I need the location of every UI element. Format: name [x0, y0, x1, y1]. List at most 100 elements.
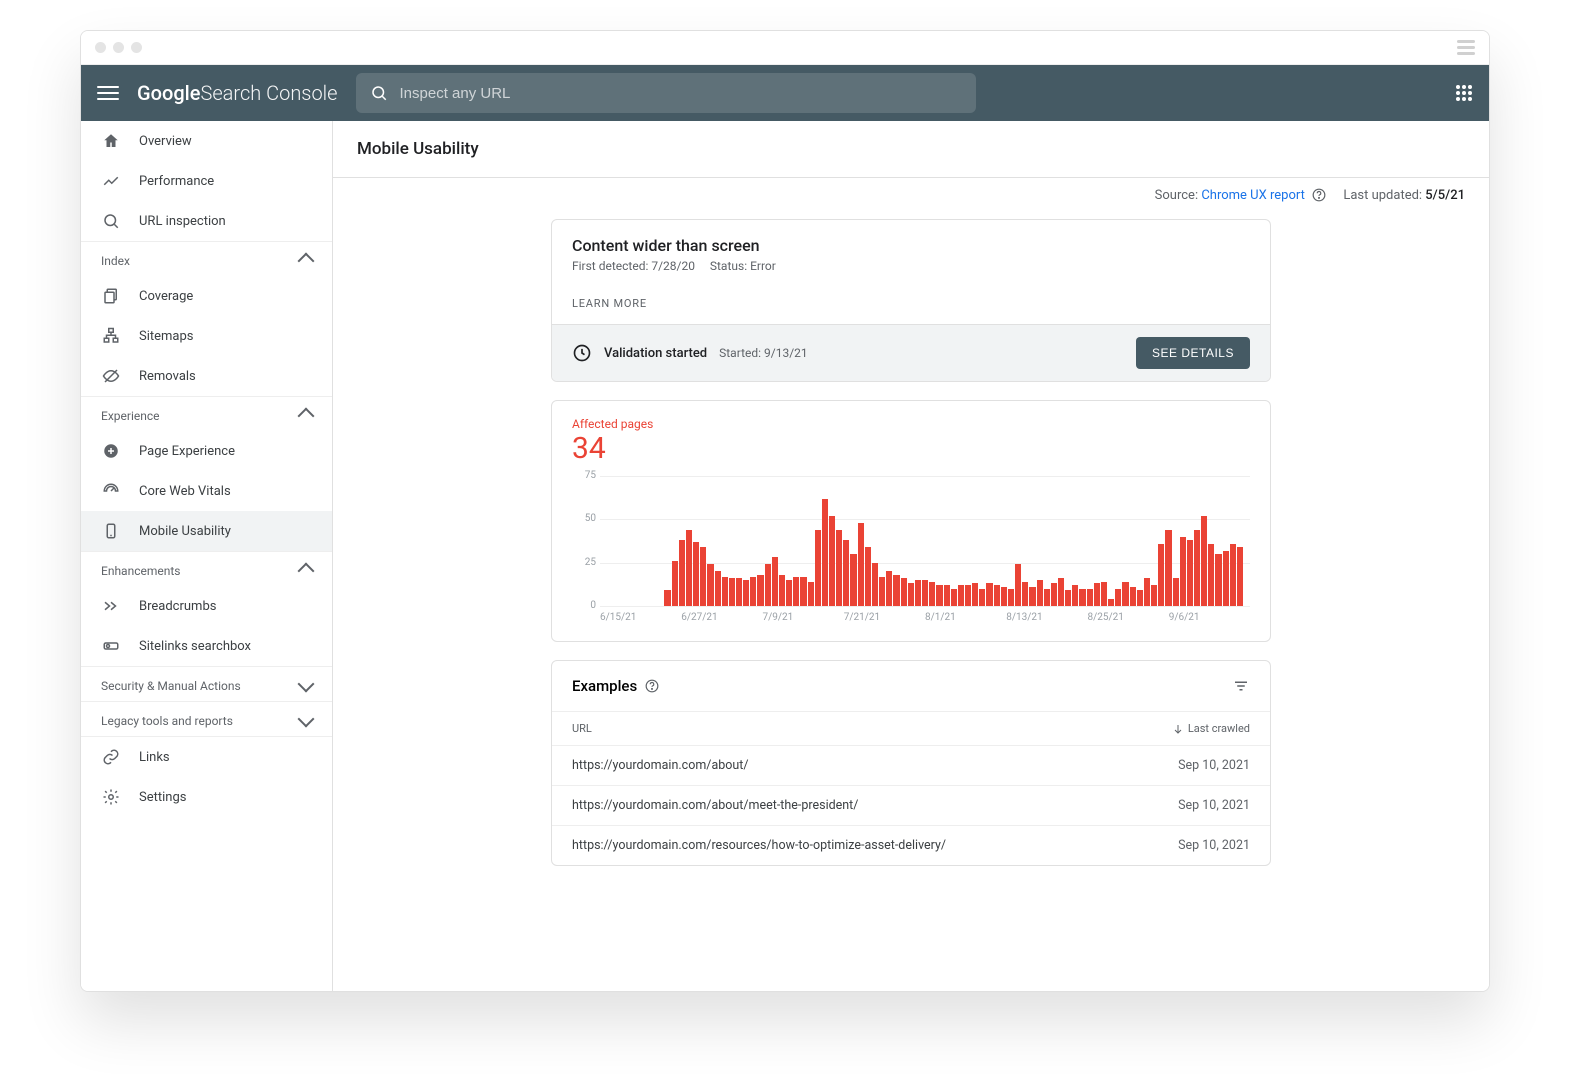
searchbox-icon	[101, 636, 121, 656]
chart-bar	[700, 547, 706, 606]
breadcrumbs-icon	[101, 596, 121, 616]
search-input[interactable]	[400, 85, 962, 102]
validation-started-label: Started:	[719, 346, 764, 360]
sidebar-item-removals[interactable]: Removals	[81, 356, 332, 396]
sidebar-item-breadcrumbs[interactable]: Breadcrumbs	[81, 586, 332, 626]
status-label: Status:	[710, 259, 750, 273]
chart-bar	[1079, 589, 1085, 606]
chart-bar	[793, 577, 799, 606]
sidebar-item-page-experience[interactable]: Page Experience	[81, 431, 332, 471]
sidebar-item-overview[interactable]: Overview	[81, 121, 332, 161]
clock-icon	[572, 343, 592, 363]
validation-bar: Validation started Started: 9/13/21 SEE …	[552, 324, 1270, 381]
sidebar-item-sitelinks-searchbox[interactable]: Sitelinks searchbox	[81, 626, 332, 666]
nav-label: Sitelinks searchbox	[139, 639, 251, 654]
first-detected-label: First detected:	[572, 259, 651, 273]
sidebar-section-legacy[interactable]: Legacy tools and reports	[81, 701, 332, 736]
chart-bar	[1108, 599, 1114, 606]
chart-bar	[1101, 582, 1107, 606]
table-row[interactable]: https://yourdomain.com/resources/how-to-…	[552, 826, 1270, 865]
nav-label: Overview	[139, 134, 192, 149]
chart-bar	[729, 578, 735, 606]
sidebar-item-url-inspection[interactable]: URL inspection	[81, 201, 332, 241]
sidebar-section-index[interactable]: Index	[81, 241, 332, 276]
sidebar-item-coverage[interactable]: Coverage	[81, 276, 332, 316]
app-header: Google Search Console	[81, 65, 1489, 121]
chart-bar	[858, 523, 864, 606]
learn-more-link[interactable]: LEARN MORE	[572, 297, 647, 310]
nav-label: Performance	[139, 174, 214, 189]
sidebar-item-sitemaps[interactable]: Sitemaps	[81, 316, 332, 356]
sidebar-item-performance[interactable]: Performance	[81, 161, 332, 201]
sidebar-item-links[interactable]: Links	[81, 736, 332, 777]
search-icon	[101, 211, 121, 231]
source-label: Source:	[1155, 188, 1202, 203]
chart-bar	[815, 530, 821, 606]
chart-bar	[1223, 551, 1229, 606]
url-search[interactable]	[356, 73, 976, 113]
nav-label: Sitemaps	[139, 329, 194, 344]
nav-label: Links	[139, 750, 170, 765]
chart-bar	[908, 583, 914, 606]
nav-label: Mobile Usability	[139, 524, 231, 539]
sidebar-item-settings[interactable]: Settings	[81, 777, 332, 817]
validation-started-value: 9/13/21	[764, 346, 808, 360]
chart-bar	[1029, 587, 1035, 606]
window-menu-icon[interactable]	[1457, 40, 1475, 55]
affected-chart-card: Affected pages 34 0255075 6/15/216/27/21…	[551, 400, 1271, 642]
chart-bar	[707, 564, 713, 606]
see-details-button[interactable]: SEE DETAILS	[1136, 337, 1250, 369]
sidebar-section-enhancements[interactable]: Enhancements	[81, 551, 332, 586]
nav-label: Settings	[139, 790, 186, 805]
help-icon[interactable]	[645, 679, 659, 693]
col-url: URL	[572, 722, 592, 735]
chart-bar	[1180, 537, 1186, 606]
section-label: Index	[101, 254, 130, 268]
chart-bar	[958, 585, 964, 606]
row-crawled: Sep 10, 2021	[1178, 758, 1250, 773]
sidebar-section-security[interactable]: Security & Manual Actions	[81, 666, 332, 701]
chart-bar	[800, 577, 806, 606]
sidebar-item-mobile-usability[interactable]: Mobile Usability	[81, 511, 332, 551]
table-row[interactable]: https://yourdomain.com/about/meet-the-pr…	[552, 786, 1270, 826]
chart-bar	[1058, 578, 1064, 606]
chart-bar	[664, 590, 670, 606]
chart-bar	[693, 542, 699, 606]
examples-card: Examples URL Last crawled https://yourdo…	[551, 660, 1271, 866]
apps-icon[interactable]	[1455, 84, 1473, 102]
col-last-crawled[interactable]: Last crawled	[1172, 722, 1250, 735]
sidebar-item-core-web-vitals[interactable]: Core Web Vitals	[81, 471, 332, 511]
source-link[interactable]: Chrome UX report	[1201, 188, 1305, 203]
chart-bar	[872, 563, 878, 606]
page-title: Mobile Usability	[333, 121, 1489, 178]
chevron-down-icon	[298, 676, 315, 693]
chart-bar	[1001, 587, 1007, 606]
section-label: Security & Manual Actions	[101, 679, 241, 693]
chart-bar	[1230, 544, 1236, 606]
filter-icon[interactable]	[1232, 677, 1250, 695]
chart-bar	[979, 589, 985, 606]
help-icon[interactable]	[1312, 188, 1326, 202]
examples-table-header: URL Last crawled	[552, 712, 1270, 746]
sidebar-section-experience[interactable]: Experience	[81, 396, 332, 431]
section-label: Enhancements	[101, 564, 181, 578]
mobile-icon	[101, 521, 121, 541]
chart-bar	[679, 540, 685, 606]
arrow-down-icon	[1172, 723, 1184, 735]
chart-bar	[879, 577, 885, 606]
nav-label: Page Experience	[139, 444, 235, 459]
plus-circle-icon	[101, 441, 121, 461]
chart-bar	[779, 575, 785, 606]
menu-icon[interactable]	[97, 86, 119, 100]
table-row[interactable]: https://yourdomain.com/about/Sep 10, 202…	[552, 746, 1270, 786]
chart-bar	[1094, 583, 1100, 606]
chart-bar	[1208, 544, 1214, 606]
chart-bar	[944, 585, 950, 606]
chart-bar	[1201, 516, 1207, 606]
chart-bar	[1037, 580, 1043, 606]
examples-title: Examples	[572, 677, 637, 695]
chart-bar	[822, 499, 828, 606]
chart-bar	[951, 589, 957, 606]
chart-bar	[986, 583, 992, 606]
window-controls[interactable]	[95, 42, 142, 53]
